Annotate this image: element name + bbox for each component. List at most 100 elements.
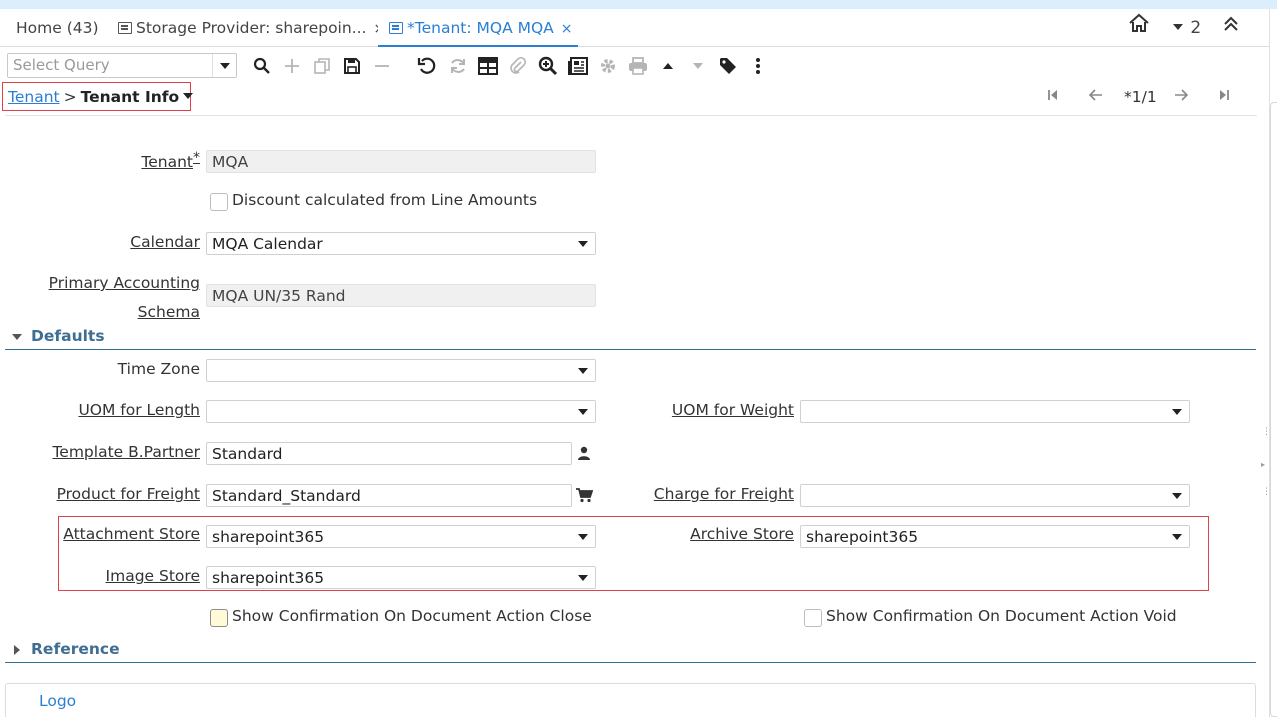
side-panel-handle[interactable] — [1270, 102, 1277, 717]
copy-icon[interactable] — [311, 55, 333, 77]
reference-section-header[interactable]: Reference — [5, 638, 1256, 663]
person-icon[interactable] — [577, 446, 591, 464]
logo-link[interactable]: Logo — [39, 692, 76, 710]
caret-down-icon — [578, 241, 588, 247]
top-strip — [0, 0, 1277, 9]
tab-tenant[interactable]: *Tenant: MQA MQA × — [378, 9, 578, 47]
drag-handle-icon[interactable]: ⋮ — [1262, 488, 1271, 497]
caret-right-icon — [14, 645, 20, 655]
uom-weight-select[interactable] — [800, 400, 1190, 423]
template-bp-label: Template B.Partner — [52, 443, 200, 461]
dropdown-button[interactable] — [1165, 401, 1189, 422]
gear-icon[interactable] — [597, 55, 619, 77]
attachment-icon[interactable] — [507, 55, 529, 77]
archive-store-select[interactable]: sharepoint365 — [800, 525, 1190, 548]
confirm-close-checkbox[interactable] — [210, 609, 228, 627]
logo-panel: Logo — [5, 683, 1256, 717]
caret-down-icon[interactable] — [183, 93, 194, 99]
uom-length-select[interactable] — [206, 400, 596, 423]
more-options-icon[interactable] — [747, 55, 769, 77]
caret-down-icon — [578, 534, 588, 540]
attachment-store-label: Attachment Store — [63, 525, 200, 543]
uom-weight-label: UOM for Weight — [671, 401, 794, 419]
window-count[interactable]: 2 — [1173, 9, 1201, 47]
dropdown-button[interactable] — [571, 401, 595, 422]
zoom-across-icon[interactable] — [537, 55, 559, 77]
dropdown-button[interactable] — [571, 567, 595, 588]
caret-down-icon — [1172, 409, 1182, 415]
refresh-icon[interactable] — [447, 55, 469, 77]
breadcrumb-tenant-link[interactable]: Tenant — [8, 88, 60, 106]
caret-down-icon — [578, 409, 588, 415]
time-zone-label: Time Zone — [117, 360, 200, 378]
dropdown-button[interactable] — [571, 233, 595, 254]
tenant-field[interactable]: MQA — [206, 150, 596, 173]
confirm-void-label: Show Confirmation On Document Action Voi… — [826, 607, 1177, 625]
charge-freight-select[interactable] — [800, 484, 1190, 507]
tab-bar: Home (43) Storage Provider: sharepoin...… — [0, 9, 1270, 47]
report-icon[interactable] — [567, 55, 589, 77]
undo-icon[interactable] — [416, 55, 438, 77]
dropdown-button[interactable] — [212, 54, 236, 77]
calendar-select[interactable]: MQA Calendar — [206, 232, 596, 255]
dropdown-button[interactable] — [1165, 526, 1189, 547]
uom-length-label: UOM for Length — [78, 401, 200, 419]
expand-right-icon[interactable]: ▸ — [1261, 461, 1265, 469]
drag-handle-icon[interactable]: ⋮ — [1262, 428, 1271, 437]
list-icon — [389, 22, 403, 34]
dropdown-button[interactable] — [571, 360, 595, 381]
new-record-icon[interactable] — [281, 55, 303, 77]
next-arrow-icon[interactable] — [1174, 88, 1189, 106]
home-icon[interactable] — [1128, 9, 1150, 47]
discount-label: Discount calculated from Line Amounts — [232, 191, 538, 209]
image-store-label: Image Store — [105, 567, 200, 585]
caret-down-icon — [1172, 534, 1182, 540]
collapse-up-icon[interactable] — [1222, 9, 1240, 47]
confirm-void-checkbox[interactable] — [804, 609, 822, 627]
delete-icon[interactable] — [371, 55, 393, 77]
template-bp-field[interactable]: Standard — [206, 442, 572, 465]
next-record-icon[interactable] — [687, 55, 709, 77]
record-position: *1/1 — [1124, 88, 1157, 106]
divider — [5, 115, 1257, 116]
dropdown-button[interactable] — [571, 526, 595, 547]
archive-store-label: Archive Store — [690, 525, 794, 543]
product-freight-field[interactable]: Standard_Standard — [206, 484, 572, 507]
save-icon[interactable] — [341, 55, 363, 77]
caret-down-icon — [578, 575, 588, 581]
close-icon[interactable]: × — [561, 21, 573, 37]
schema-field[interactable]: MQA UN/35 Rand — [206, 284, 596, 307]
discount-checkbox[interactable] — [210, 193, 228, 211]
dropdown-button[interactable] — [1165, 485, 1189, 506]
select-query-dropdown[interactable]: Select Query — [7, 53, 237, 78]
prev-arrow-icon[interactable] — [1088, 88, 1103, 106]
first-record-icon[interactable] — [1047, 88, 1059, 106]
tag-icon[interactable] — [717, 55, 739, 77]
caret-down-icon — [578, 368, 588, 374]
attachment-store-select[interactable]: sharepoint365 — [206, 525, 596, 548]
time-zone-select[interactable] — [206, 359, 596, 382]
breadcrumb-current[interactable]: Tenant Info — [81, 88, 180, 106]
schema-label: Primary Accounting Schema — [48, 274, 200, 321]
last-record-icon[interactable] — [1218, 88, 1230, 106]
grid-toggle-icon[interactable] — [477, 55, 499, 77]
tenant-label: Tenant* — [141, 150, 200, 171]
image-store-select[interactable]: sharepoint365 — [206, 566, 596, 589]
confirm-close-label: Show Confirmation On Document Action Clo… — [232, 607, 592, 625]
caret-down-icon — [220, 63, 230, 69]
search-icon[interactable] — [251, 55, 273, 77]
previous-record-icon[interactable] — [657, 55, 679, 77]
calendar-label: Calendar — [130, 233, 200, 251]
caret-down-icon — [12, 334, 22, 340]
tab-home[interactable]: Home (43) — [16, 9, 108, 47]
print-icon[interactable] — [627, 55, 649, 77]
breadcrumb: Tenant > Tenant Info — [8, 88, 194, 106]
list-icon — [118, 22, 132, 34]
caret-down-icon — [1173, 24, 1183, 30]
charge-freight-label: Charge for Freight — [653, 485, 794, 503]
tab-storage-provider[interactable]: Storage Provider: sharepoin...× — [118, 9, 378, 47]
cart-icon[interactable] — [575, 487, 594, 507]
product-freight-label: Product for Freight — [56, 485, 200, 503]
defaults-section-header[interactable]: Defaults — [5, 325, 1256, 350]
caret-down-icon — [1172, 493, 1182, 499]
